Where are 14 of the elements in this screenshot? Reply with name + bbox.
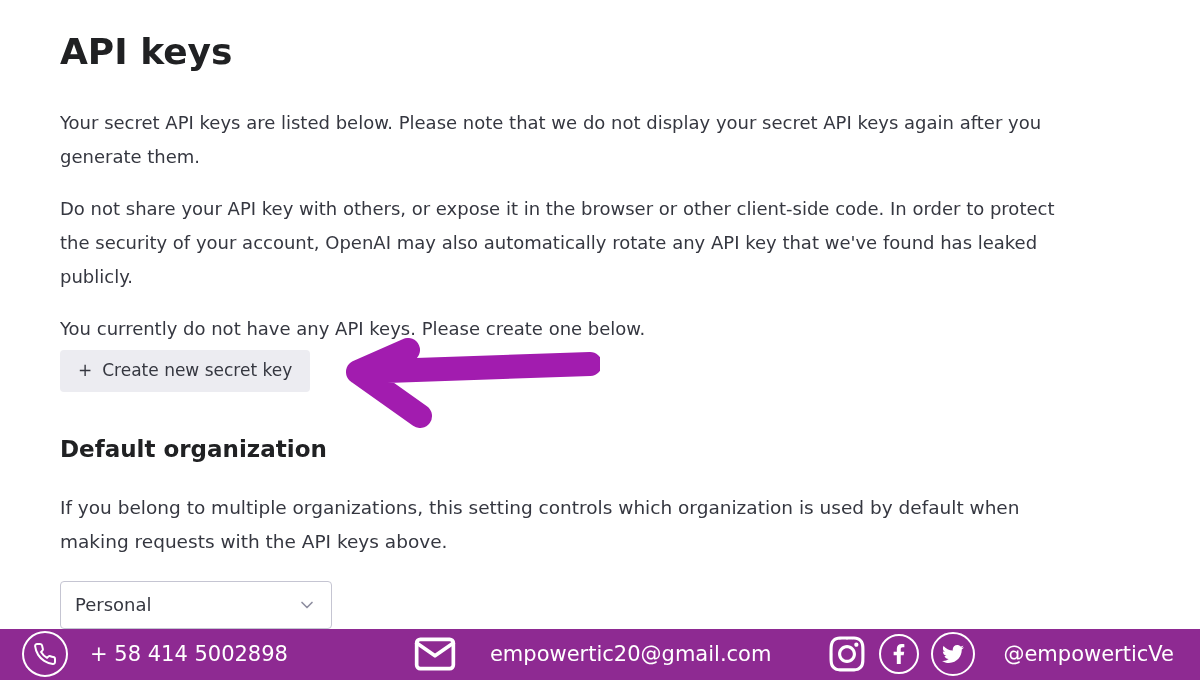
body-paragraph: Your secret API keys are listed below. Please note that we do not display your secret API keys again after you generate them. xyxy=(60,111,1043,169)
phone-number: + 58 414 5002898 xyxy=(90,640,288,668)
section-heading: Default organization xyxy=(60,435,328,464)
create-key-button[interactable]: + Create new secret key xyxy=(60,350,311,392)
email-address: empowertic20@gmail.com xyxy=(489,640,772,668)
phone-icon xyxy=(22,631,68,678)
organization-select[interactable]: Personal xyxy=(60,580,332,629)
page-title: API keys xyxy=(60,30,234,74)
facebook-icon xyxy=(879,634,920,675)
twitter-icon xyxy=(931,632,976,677)
section-description: If you belong to multiple organizations, this setting controls which organization is used by default when making requests with the API keys above. xyxy=(60,495,1021,554)
body-paragraph: You currently do not have any API keys. Please create one below. xyxy=(60,317,647,341)
body-paragraph: Do not share your API key with others, or expose it in the browser or other client-side code. In order to protect the security of your account, OpenAI may also automatically rotate any API key that we've found has leaked publicly. xyxy=(60,197,1056,289)
social-handle: @empowerticVe xyxy=(1003,640,1174,668)
